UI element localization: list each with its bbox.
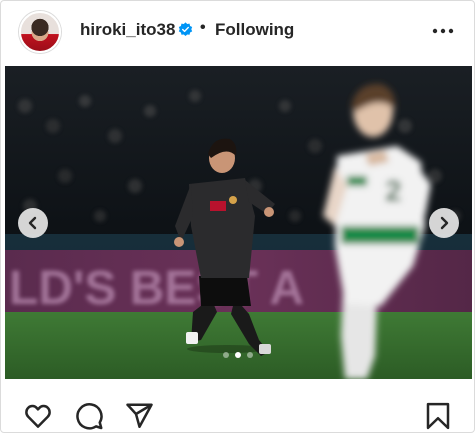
heart-icon[interactable] <box>23 401 53 431</box>
next-slide-button[interactable] <box>429 208 459 238</box>
board-text: LD'S BEST A <box>9 262 304 315</box>
paper-plane-icon[interactable] <box>124 401 154 431</box>
avatar[interactable] <box>19 11 61 53</box>
chevron-right-icon <box>440 216 449 230</box>
post-header: hiroki_ito38 • Following <box>1 1 475 63</box>
more-options-icon[interactable] <box>431 21 455 41</box>
svg-text:2: 2 <box>385 175 402 208</box>
post-card: hiroki_ito38 • Following LD'S BEST A 2 <box>0 0 475 433</box>
separator-dot: • <box>200 19 206 36</box>
carousel-dot <box>223 352 229 358</box>
match-photo-image: LD'S BEST A 2 <box>5 66 472 379</box>
post-photo[interactable]: LD'S BEST A 2 <box>5 66 472 379</box>
comment-icon[interactable] <box>74 401 104 431</box>
carousel-dot-active <box>235 352 241 358</box>
carousel-indicator <box>219 352 259 360</box>
following-button[interactable]: Following <box>215 20 294 40</box>
action-bar <box>1 391 475 434</box>
carousel-dot <box>247 352 253 358</box>
verified-badge-icon <box>178 22 193 37</box>
bookmark-icon[interactable] <box>423 401 453 431</box>
username-link[interactable]: hiroki_ito38 <box>80 20 175 40</box>
chevron-left-icon <box>28 216 37 230</box>
previous-slide-button[interactable] <box>18 208 48 238</box>
